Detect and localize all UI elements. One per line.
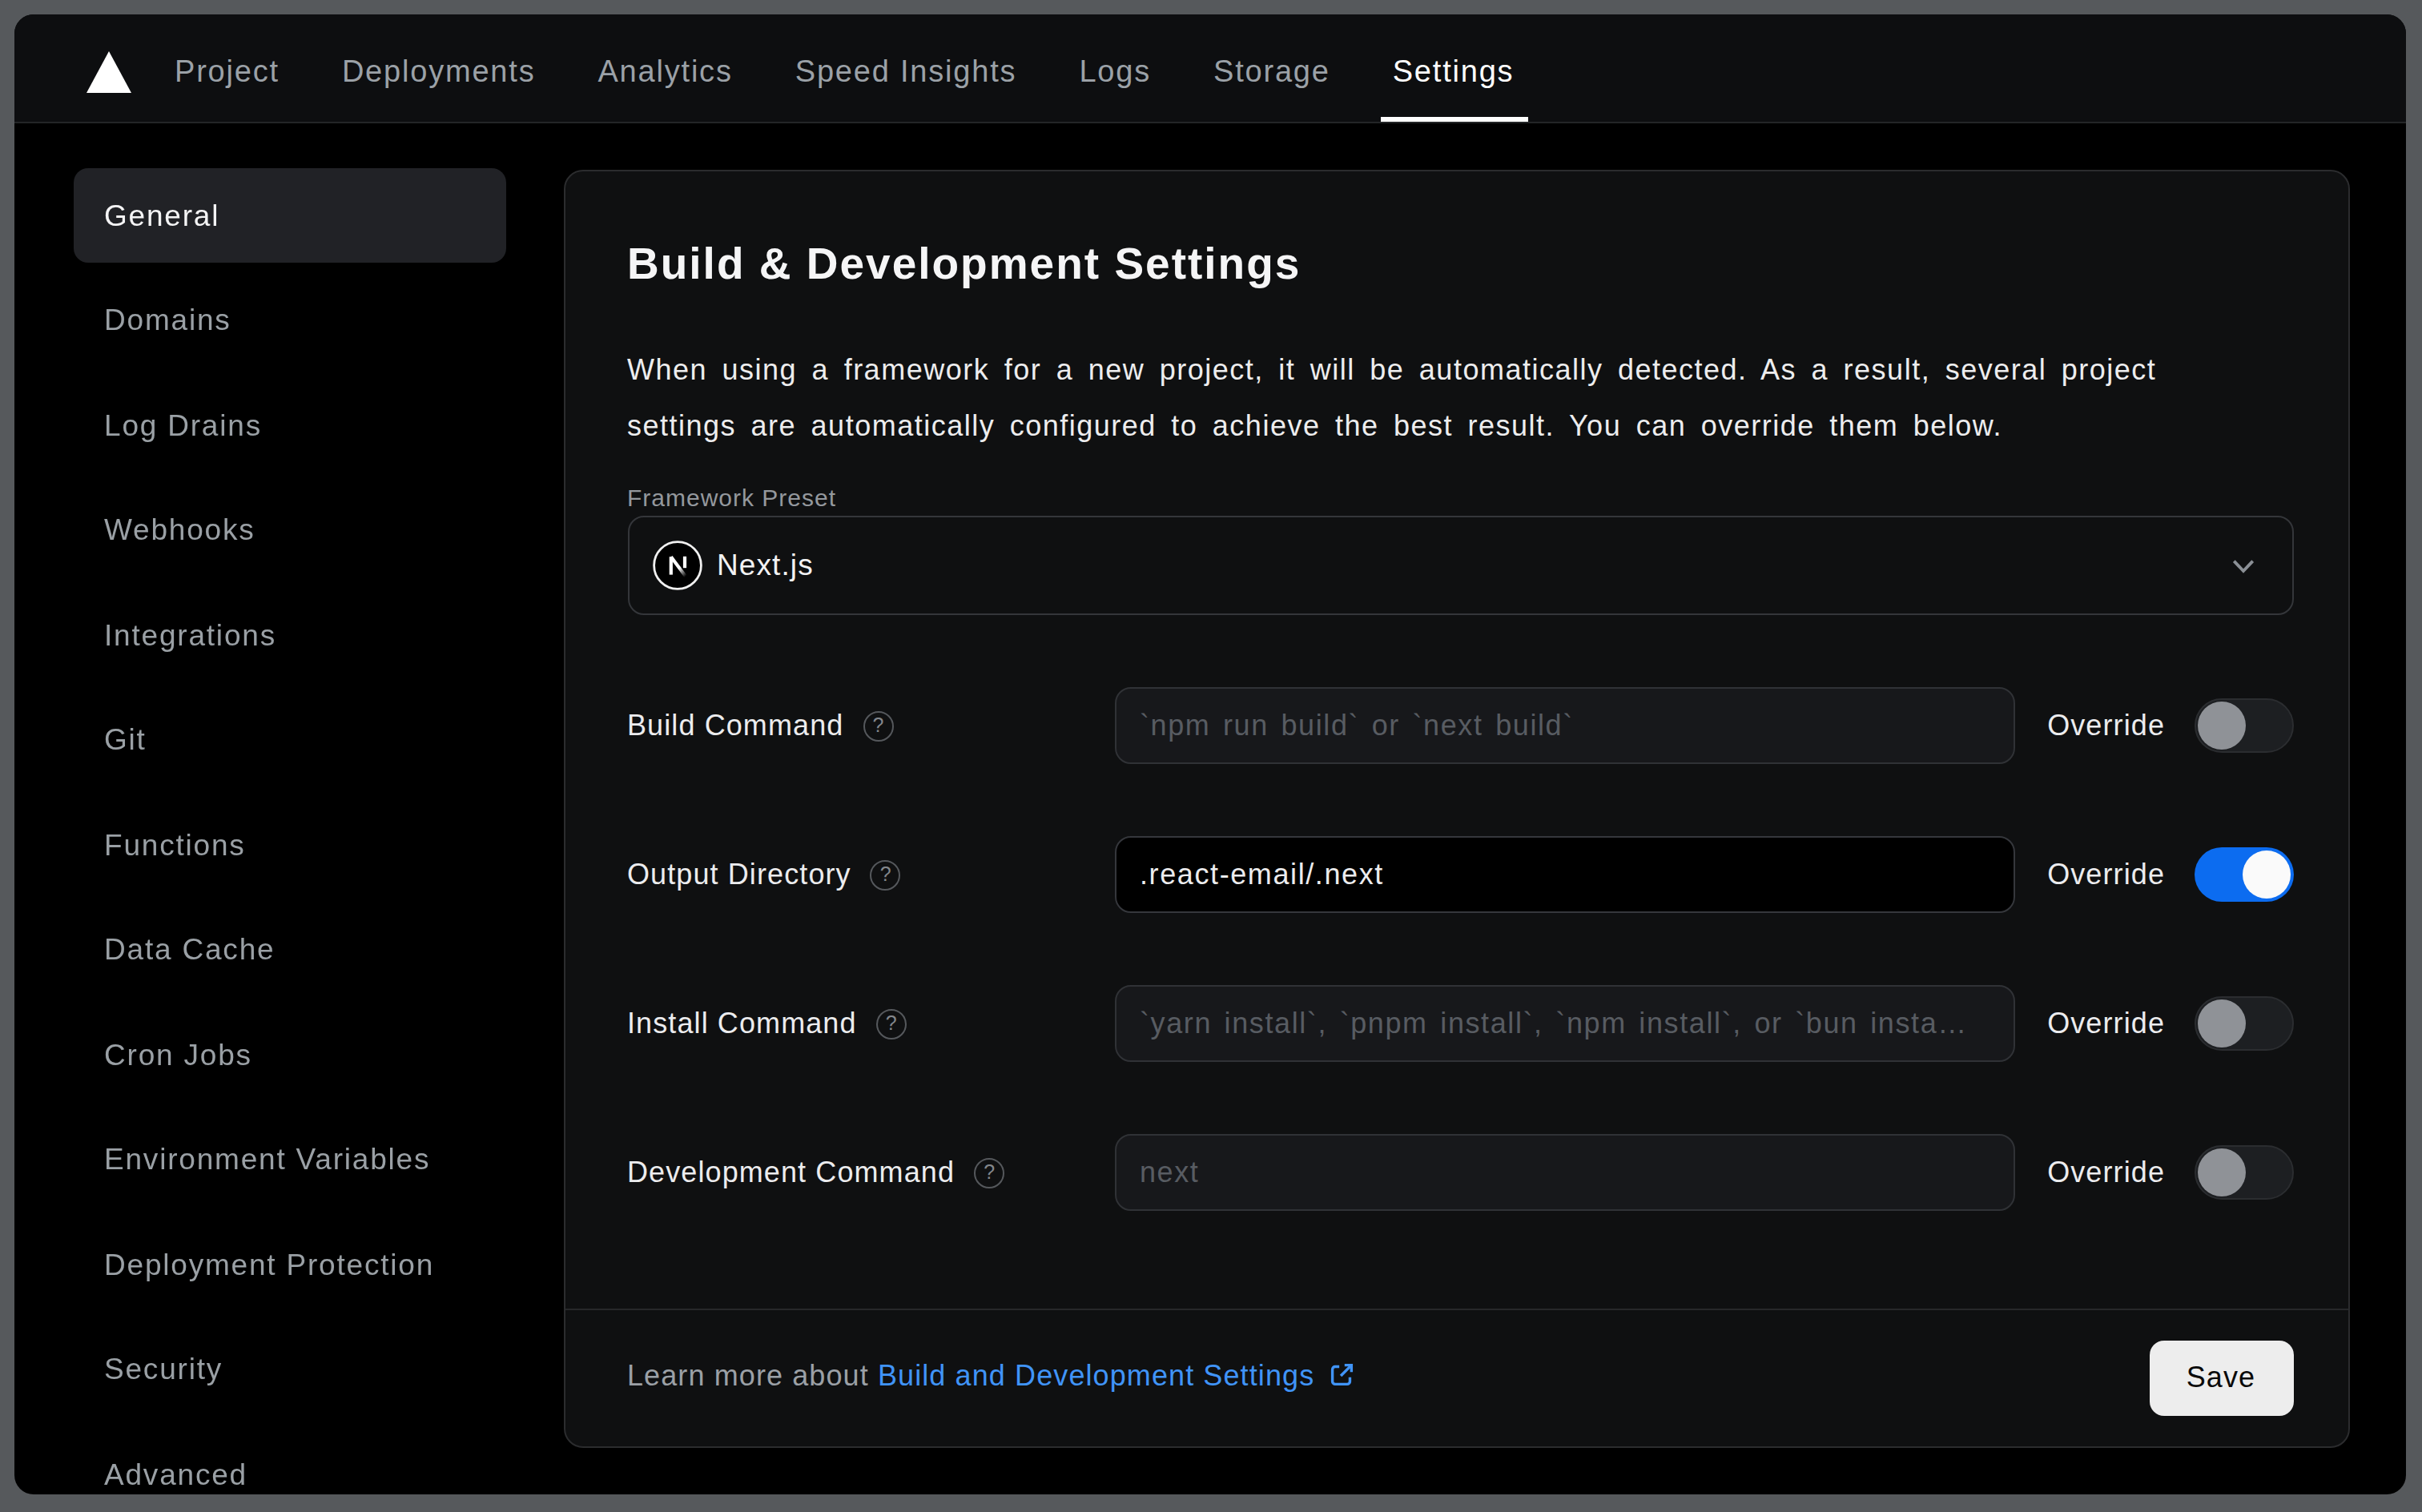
- tab-storage[interactable]: Storage: [1213, 24, 1330, 121]
- build-command-override-toggle[interactable]: [2194, 698, 2293, 753]
- sidebar-item-git[interactable]: Git: [74, 693, 506, 787]
- output-directory-label: Output Directory: [627, 858, 851, 891]
- development-command-input[interactable]: [1114, 1134, 2014, 1211]
- sidebar-item-advanced[interactable]: Advanced: [74, 1427, 506, 1494]
- help-icon[interactable]: ?: [876, 1008, 907, 1039]
- sidebar-item-cron-jobs[interactable]: Cron Jobs: [74, 1007, 506, 1102]
- output-directory-override-toggle[interactable]: [2194, 847, 2293, 902]
- build-command-row: Build Command ? Override: [627, 687, 2293, 764]
- chevron-down-icon: [2229, 552, 2256, 579]
- tab-project[interactable]: Project: [175, 24, 280, 121]
- sidebar-item-data-cache[interactable]: Data Cache: [74, 903, 506, 997]
- install-command-input[interactable]: [1114, 985, 2014, 1062]
- card-description: When using a framework for a new project…: [627, 343, 2237, 455]
- framework-preset-label: Framework Preset: [627, 484, 2293, 511]
- development-command-override-toggle[interactable]: [2194, 1145, 2293, 1200]
- override-label: Override: [2047, 709, 2165, 742]
- external-link-icon: [1326, 1359, 1356, 1397]
- override-label: Override: [2047, 1156, 2165, 1189]
- tab-logs[interactable]: Logs: [1079, 24, 1151, 121]
- sidebar-item-environment-variables[interactable]: Environment Variables: [74, 1112, 506, 1207]
- build-settings-docs-link[interactable]: Build and Development Settings: [878, 1359, 1314, 1391]
- top-nav: Project Deployments Analytics Speed Insi…: [14, 14, 2406, 123]
- card-footer: Learn more about Build and Development S…: [565, 1309, 2348, 1446]
- card-title: Build & Development Settings: [627, 239, 2293, 290]
- build-command-label: Build Command: [627, 709, 843, 742]
- tab-settings[interactable]: Settings: [1393, 24, 1515, 121]
- install-command-row: Install Command ? Override: [627, 985, 2293, 1062]
- help-icon[interactable]: ?: [974, 1157, 1004, 1188]
- sidebar-item-log-drains[interactable]: Log Drains: [74, 378, 506, 472]
- sidebar-item-integrations[interactable]: Integrations: [74, 588, 506, 682]
- help-icon[interactable]: ?: [871, 859, 901, 890]
- learn-more-text: Learn more about: [627, 1359, 869, 1391]
- build-settings-card: Build & Development Settings When using …: [563, 170, 2349, 1448]
- help-icon[interactable]: ?: [863, 710, 893, 741]
- output-directory-input[interactable]: [1114, 836, 2014, 913]
- framework-preset-value: Next.js: [717, 548, 814, 583]
- tab-speed-insights[interactable]: Speed Insights: [795, 24, 1017, 121]
- override-label: Override: [2047, 858, 2165, 891]
- sidebar-item-general[interactable]: General: [74, 168, 506, 263]
- framework-preset-select[interactable]: Next.js: [627, 516, 2293, 615]
- override-label: Override: [2047, 1007, 2165, 1040]
- nextjs-logo-icon: [651, 540, 702, 591]
- output-directory-row: Output Directory ? Override: [627, 836, 2293, 913]
- tab-deployments[interactable]: Deployments: [342, 24, 536, 121]
- tab-analytics[interactable]: Analytics: [597, 24, 732, 121]
- install-command-label: Install Command: [627, 1007, 857, 1040]
- save-button[interactable]: Save: [2149, 1341, 2293, 1416]
- sidebar-item-webhooks[interactable]: Webhooks: [74, 483, 506, 577]
- install-command-override-toggle[interactable]: [2194, 996, 2293, 1051]
- sidebar-item-security[interactable]: Security: [74, 1322, 506, 1417]
- settings-sidebar: General Domains Log Drains Webhooks Inte…: [74, 168, 506, 1494]
- vercel-logo-icon[interactable]: [86, 24, 131, 121]
- sidebar-item-domains[interactable]: Domains: [74, 273, 506, 368]
- development-command-label: Development Command: [627, 1156, 955, 1189]
- app-window: Project Deployments Analytics Speed Insi…: [14, 14, 2406, 1494]
- build-command-input[interactable]: [1114, 687, 2014, 764]
- sidebar-item-functions[interactable]: Functions: [74, 798, 506, 892]
- sidebar-item-deployment-protection[interactable]: Deployment Protection: [74, 1217, 506, 1312]
- development-command-row: Development Command ? Override: [627, 1134, 2293, 1211]
